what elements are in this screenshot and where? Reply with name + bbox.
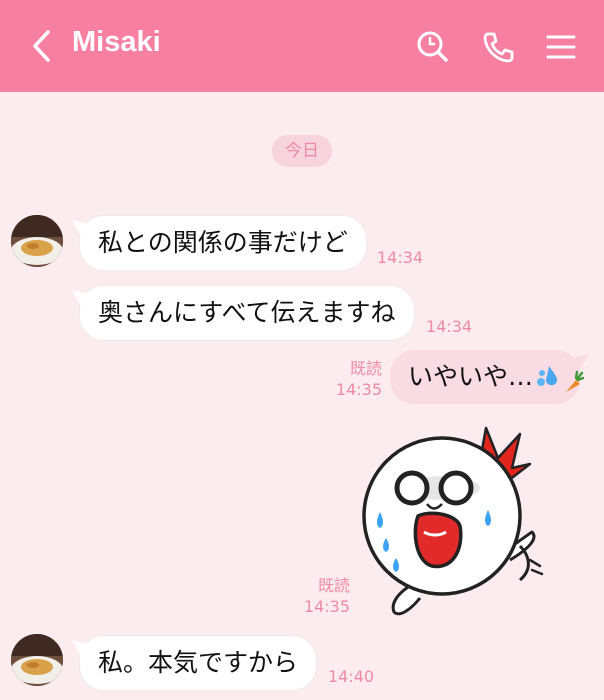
sweat-drops-icon <box>535 364 561 390</box>
back-chevron-icon[interactable] <box>28 28 58 64</box>
message-bubble[interactable]: 奥さんにすべて伝えますね <box>80 286 414 340</box>
avatar[interactable] <box>11 215 63 267</box>
message-text: 奥さんにすべて伝えますね <box>98 298 396 327</box>
read-receipt: 既読 14:35 <box>300 575 350 617</box>
message-text: いやいや… <box>408 362 534 391</box>
contact-name: Misaki <box>72 26 161 58</box>
carrot-icon <box>562 370 585 396</box>
read-label: 既読 <box>317 576 350 595</box>
message-time: 14:34 <box>377 248 424 267</box>
message-time: 14:35 <box>335 380 382 399</box>
search-icon[interactable] <box>413 28 451 66</box>
message-time: 14:35 <box>303 597 350 616</box>
shocked-white-character-sticker[interactable] <box>360 420 550 620</box>
menu-icon[interactable] <box>542 28 580 66</box>
chat-header: Misaki <box>0 0 604 92</box>
message-time: 14:40 <box>328 667 375 686</box>
message-text: 私との関係の事だけど <box>98 228 348 257</box>
phone-icon[interactable] <box>479 28 517 66</box>
message-time: 14:34 <box>426 317 473 336</box>
message-bubble[interactable]: 私との関係の事だけど <box>80 216 366 270</box>
message-bubble[interactable]: 私。本気ですから <box>80 636 316 690</box>
message-bubble[interactable]: いやいや… <box>390 350 585 404</box>
message-text: 私。本気ですから <box>98 648 299 677</box>
date-separator: 今日 <box>272 135 332 167</box>
read-receipt: 既読 14:35 <box>332 358 382 400</box>
avatar[interactable] <box>11 634 63 686</box>
read-label: 既読 <box>349 359 382 378</box>
